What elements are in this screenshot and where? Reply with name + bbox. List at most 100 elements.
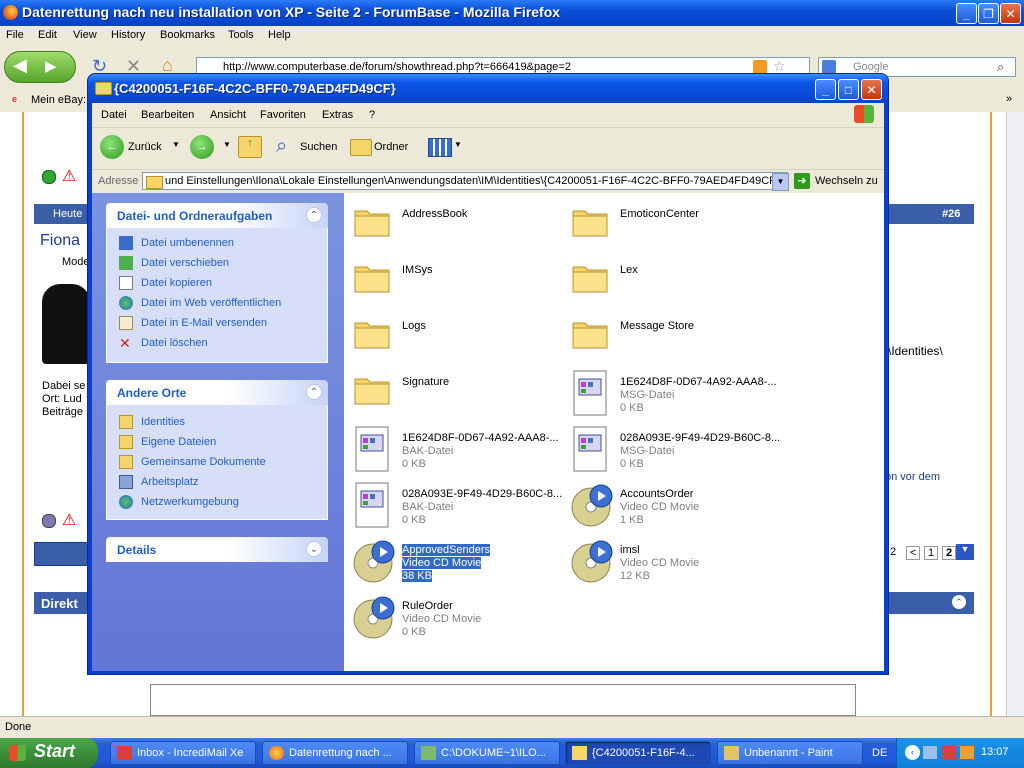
taskbar-item-firefox[interactable]: Datenrettung nach ... <box>262 741 408 765</box>
shared-folder-icon <box>119 455 133 469</box>
list-item[interactable]: AccountsOrder Video CD Movie 1 KB <box>570 481 770 531</box>
list-item[interactable]: Message Store <box>570 313 770 363</box>
item-type: BAK-Datei <box>402 501 454 513</box>
back-icon[interactable]: ← <box>100 135 124 159</box>
list-item[interactable]: imsl Video CD Movie 12 KB <box>570 537 770 587</box>
explorer-minimize-button[interactable]: _ <box>815 79 836 100</box>
pagination: 2 < 1 2 ▼ <box>886 544 974 562</box>
list-item[interactable]: 1E624D8F-0D67-4A92-AAA8-... BAK-Datei 0 KB <box>352 425 559 475</box>
security-tray-icon[interactable] <box>942 746 956 759</box>
go-button[interactable]: Wechseln zu <box>815 175 878 187</box>
home-icon[interactable]: ⌂ <box>162 55 173 76</box>
page-border-right <box>990 112 1004 716</box>
folders-button[interactable]: Ordner <box>374 141 408 153</box>
network-tray-icon[interactable] <box>923 746 937 759</box>
page-menu-icon[interactable]: ▼ <box>956 544 974 560</box>
forward-dropdown-icon[interactable]: ▼ <box>223 140 231 149</box>
menu-bookmarks[interactable]: Bookmarks <box>160 29 215 41</box>
menu-history[interactable]: History <box>111 29 145 41</box>
list-item[interactable]: Signature <box>352 369 552 419</box>
maximize-button[interactable]: ❐ <box>978 3 999 24</box>
views-icon[interactable] <box>428 138 452 157</box>
page-prev[interactable]: < <box>906 546 921 560</box>
address-input[interactable]: und Einstellungen\Ilona\Lokale Einstellu… <box>142 172 788 190</box>
menu-edit[interactable]: Edit <box>38 29 57 41</box>
menu-extras[interactable]: Extras <box>322 109 353 121</box>
ebay-icon: e <box>12 94 18 104</box>
up-folder-icon[interactable]: ↑ <box>238 136 262 158</box>
start-button[interactable]: Start <box>0 738 98 768</box>
menu-view[interactable]: View <box>73 29 97 41</box>
menu-ansicht[interactable]: Ansicht <box>210 109 246 121</box>
system-tray: ‹ 13:07 <box>896 738 1024 768</box>
firefox-icon <box>269 746 284 760</box>
menu-help[interactable]: Help <box>268 29 291 41</box>
search-button[interactable]: Suchen <box>300 141 337 153</box>
reply-editor[interactable] <box>150 684 856 716</box>
user-name[interactable]: Fiona <box>40 232 80 250</box>
back-forward-button[interactable]: ◀ ▶ <box>4 51 76 83</box>
collapse-chevron-icon[interactable]: ⌃ <box>306 207 322 223</box>
list-item[interactable]: RuleOrder Video CD Movie 0 KB <box>352 593 552 643</box>
explorer-maximize-button[interactable]: □ <box>838 79 859 100</box>
explorer-close-button[interactable]: ✕ <box>861 79 882 100</box>
back-button[interactable]: Zurück <box>128 141 162 153</box>
report-icon[interactable]: ⚠ <box>62 166 76 186</box>
list-item[interactable]: Logs <box>352 313 552 363</box>
taskbar-item-paint[interactable]: Unbenannt - Paint <box>717 741 863 765</box>
menu-bearbeiten[interactable]: Bearbeiten <box>141 109 194 121</box>
language-indicator[interactable]: DE <box>872 747 887 759</box>
item-size: 12 KB <box>620 570 650 582</box>
go-arrow-icon[interactable]: ➜ <box>794 173 810 189</box>
list-item-selected[interactable]: ApprovedSenders Video CD Movie 38 KB <box>352 537 552 587</box>
other-places-header[interactable]: Andere Orte ⌃ <box>106 380 328 405</box>
report-icon-2[interactable]: ⚠ <box>62 510 76 530</box>
collapse-chevron-icon[interactable]: ⌃ <box>306 384 322 400</box>
post-snippet-identities: \Identities\ <box>888 344 943 358</box>
list-item[interactable]: 1E624D8F-0D67-4A92-AAA8-... MSG-Datei 0 KB <box>570 369 777 419</box>
page-2[interactable]: 2 <box>890 546 896 558</box>
views-dropdown-icon[interactable]: ▼ <box>454 140 462 149</box>
close-button[interactable]: ✕ <box>1000 3 1021 24</box>
menu-tools[interactable]: Tools <box>228 29 254 41</box>
forward-icon[interactable]: → <box>190 135 214 159</box>
collapse-icon[interactable]: ⌃ <box>952 595 966 609</box>
taskbar-item-explorer[interactable]: {C4200051-F16F-4... <box>565 741 711 765</box>
item-name: Lex <box>620 264 638 276</box>
rss-icon <box>753 60 767 74</box>
expand-chevron-icon[interactable]: ⌄ <box>306 541 322 557</box>
folder-icon <box>95 82 112 95</box>
menu-datei[interactable]: Datei <box>101 109 127 121</box>
address-label: Adresse <box>98 175 139 187</box>
list-item[interactable]: AddressBook <box>352 201 552 251</box>
address-dropdown-icon[interactable]: ▼ <box>772 173 789 191</box>
menu-file[interactable]: File <box>6 29 24 41</box>
item-size: 1 KB <box>620 514 644 526</box>
page-scrollbar[interactable] <box>1006 112 1024 716</box>
tray-expand-icon[interactable]: ‹ <box>905 745 920 760</box>
taskbar-item-incredimail[interactable]: Inbox - IncrediMail Xe <box>110 741 256 765</box>
app-tray-icon[interactable] <box>960 746 974 759</box>
list-item[interactable]: 028A093E-9F49-4D29-B60C-8... BAK-Datei 0 K… <box>352 481 562 531</box>
post-number[interactable]: #26 <box>942 208 960 220</box>
network-icon <box>119 495 133 509</box>
bookmark-chevron-icon[interactable]: » <box>1006 93 1012 105</box>
page-1[interactable]: 1 <box>924 546 939 560</box>
details-header[interactable]: Details ⌄ <box>106 537 328 562</box>
back-dropdown-icon[interactable]: ▼ <box>172 140 180 149</box>
menu-favoriten[interactable]: Favoriten <box>260 109 306 121</box>
other-places-body: Identities Eigene Dateien Gemeinsame Dok… <box>106 405 328 520</box>
bookmark-ebay[interactable]: Mein eBay: <box>31 94 86 106</box>
copy-icon <box>119 276 133 290</box>
minimize-button[interactable]: _ <box>956 3 977 24</box>
item-size: 0 KB <box>620 402 644 414</box>
taskbar-item-cmd[interactable]: C:\DOKUME~1\ILO... <box>414 741 560 765</box>
list-item[interactable]: IMSys <box>352 257 552 307</box>
file-tasks-header[interactable]: Datei- und Ordneraufgaben ⌃ <box>106 203 328 228</box>
menu-help[interactable]: ? <box>369 109 375 121</box>
list-item[interactable]: Lex <box>570 257 770 307</box>
list-item[interactable]: EmoticonCenter <box>570 201 770 251</box>
list-item[interactable]: 028A093E-9F49-4D29-B60C-8... MSG-Datei 0 K… <box>570 425 780 475</box>
bookmark-star-icon[interactable]: ☆ <box>773 58 786 75</box>
search-icon[interactable]: ⌕ <box>997 59 1004 75</box>
